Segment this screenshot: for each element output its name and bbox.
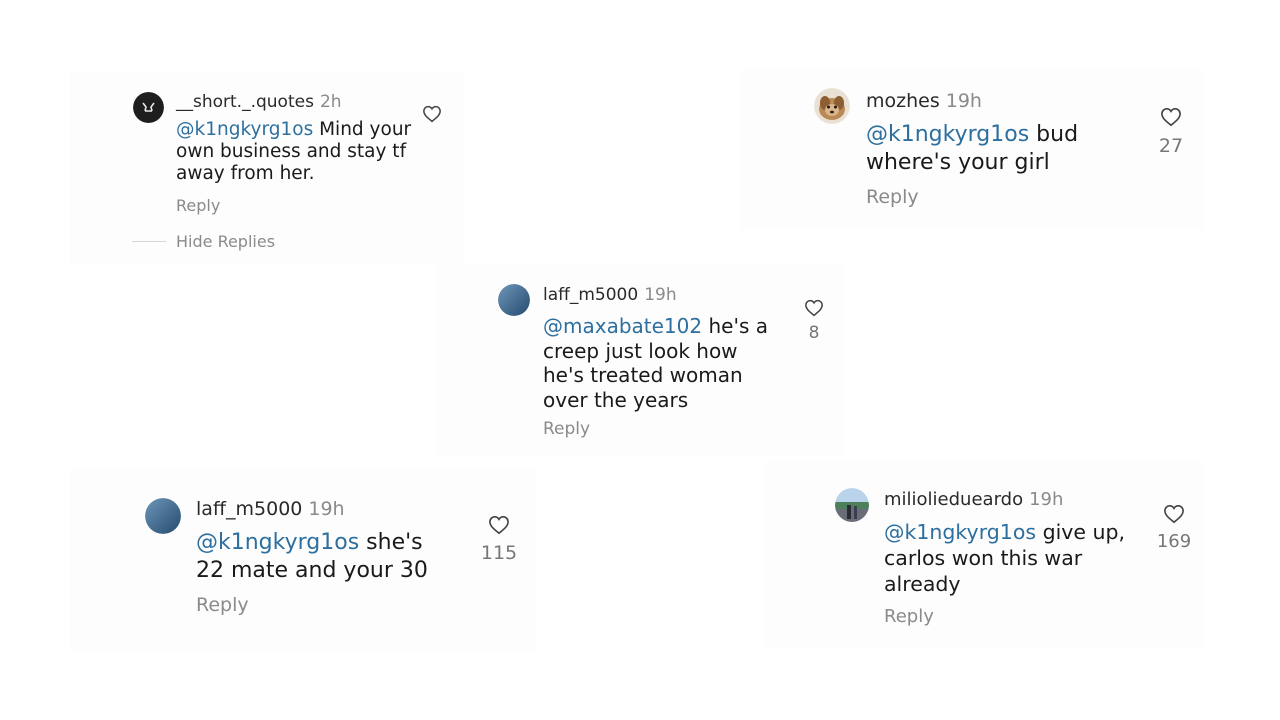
mention-link[interactable]: @k1ngkyrg1os bbox=[196, 530, 359, 555]
comment-text: @k1ngkyrg1os she's 22 mate and your 30 bbox=[196, 529, 446, 585]
reply-button[interactable]: Reply bbox=[196, 594, 249, 616]
username[interactable]: __short._.quotes bbox=[176, 92, 314, 112]
comment-text: @k1ngkyrg1os bud where's your girl bbox=[866, 121, 1096, 177]
heart-icon bbox=[1161, 107, 1181, 127]
like-count: 27 bbox=[1158, 135, 1184, 157]
username[interactable]: mozhes bbox=[866, 90, 940, 112]
reply-button[interactable]: Reply bbox=[884, 606, 934, 627]
like-count: 169 bbox=[1156, 531, 1192, 552]
comment-text: @k1ngkyrg1os give up, carlos won this wa… bbox=[884, 519, 1134, 597]
heart-icon bbox=[489, 515, 509, 535]
avatar[interactable] bbox=[133, 92, 164, 123]
mention-link[interactable]: @maxabate102 bbox=[543, 314, 702, 338]
heart-icon bbox=[1164, 504, 1184, 524]
heart-icon bbox=[423, 105, 441, 123]
timestamp: 19h bbox=[1029, 489, 1064, 510]
comment-meta: laff_m5000 19h bbox=[543, 285, 677, 305]
like-button[interactable]: 8 bbox=[803, 299, 825, 343]
like-button[interactable]: 115 bbox=[480, 515, 518, 564]
like-button[interactable] bbox=[420, 105, 444, 127]
like-button[interactable]: 27 bbox=[1154, 107, 1188, 157]
comment-meta: __short._.quotes 2h bbox=[176, 92, 342, 112]
like-button[interactable]: 169 bbox=[1155, 504, 1193, 552]
comment-meta: laff_m5000 19h bbox=[196, 498, 345, 520]
like-count: 115 bbox=[480, 542, 518, 564]
timestamp: 2h bbox=[319, 92, 342, 112]
avatar[interactable] bbox=[814, 88, 850, 124]
username[interactable]: laff_m5000 bbox=[196, 498, 302, 520]
reply-button[interactable]: Reply bbox=[543, 419, 590, 439]
divider bbox=[132, 241, 166, 242]
timestamp: 19h bbox=[644, 285, 677, 305]
like-count: 8 bbox=[808, 323, 820, 343]
username[interactable]: milioliedueardo bbox=[884, 489, 1023, 510]
comment-text: @maxabate102 he's a creep just look how … bbox=[543, 314, 778, 412]
comment-text: @k1ngkyrg1os Mind your own business and … bbox=[176, 119, 416, 186]
comment-card: laff_m5000 19h @k1ngkyrg1os she's 22 mate… bbox=[70, 470, 535, 650]
heart-icon bbox=[805, 299, 823, 317]
username[interactable]: laff_m5000 bbox=[543, 285, 638, 305]
comment-card: mozhes 19h @k1ngkyrg1os bud where's your … bbox=[740, 70, 1205, 230]
comment-card: laff_m5000 19h @maxabate102 he's a creep … bbox=[435, 265, 845, 455]
reply-button[interactable]: Reply bbox=[176, 196, 220, 215]
avatar[interactable] bbox=[145, 498, 181, 534]
timestamp: 19h bbox=[308, 498, 345, 520]
avatar[interactable] bbox=[835, 488, 869, 522]
comment-card: milioliedueardo 19h @k1ngkyrg1os give up,… bbox=[765, 462, 1205, 647]
comment-meta: mozhes 19h bbox=[866, 90, 982, 112]
comment-card: __short._.quotes 2h @k1ngkyrg1os Mind you… bbox=[70, 72, 465, 264]
mention-link[interactable]: @k1ngkyrg1os bbox=[884, 520, 1036, 544]
avatar[interactable] bbox=[498, 284, 530, 316]
mention-link[interactable]: @k1ngkyrg1os bbox=[176, 119, 313, 140]
hide-replies-button[interactable]: Hide Replies bbox=[176, 232, 275, 251]
comment-meta: milioliedueardo 19h bbox=[884, 489, 1063, 510]
mention-link[interactable]: @k1ngkyrg1os bbox=[866, 122, 1029, 147]
timestamp: 19h bbox=[945, 90, 982, 112]
reply-button[interactable]: Reply bbox=[866, 186, 919, 208]
